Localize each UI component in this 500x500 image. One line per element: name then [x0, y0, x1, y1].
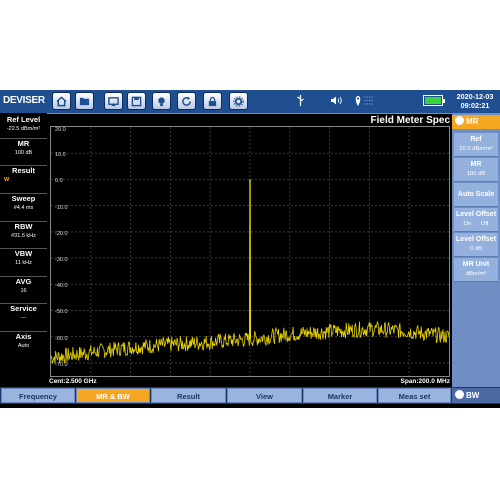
tab-frequency[interactable]: Frequency [1, 388, 75, 403]
param-value: 16 [20, 288, 27, 294]
softkey-header-label: MR [466, 117, 479, 126]
softkey-title: Level Offset [455, 236, 497, 243]
softkey-title: MR Unit [462, 261, 490, 268]
bottom-menu-bar: Frequency MR & BW Result View Marker Mea… [0, 387, 500, 404]
settings-icon[interactable] [229, 92, 248, 110]
time-text: 09:02:21 [460, 100, 490, 110]
y-tick-label: -70.0 [55, 361, 68, 368]
bulb-icon[interactable] [152, 92, 171, 110]
usb-icon [296, 94, 305, 108]
brand-logo: DEVISER [3, 95, 45, 106]
param-value: 11 kHz [15, 260, 32, 266]
param-rbw[interactable]: RBW #31.5 kHz [0, 221, 47, 241]
y-tick-label: -50.0 [55, 309, 68, 316]
spectrum-plot [51, 127, 449, 376]
y-tick-label: -40.0 [55, 283, 68, 290]
softkey-title: Auto Scale [457, 191, 495, 198]
y-tick-label: -10.0 [55, 204, 68, 211]
arrow-icon [455, 116, 464, 126]
plot-area[interactable]: 20.0 10.0 0.0 -10.0 -20.0 -30.0 -40.0 -50.0 -60.… [50, 126, 450, 377]
softkey-title: Ref [470, 136, 482, 143]
parameter-panel: Ref Level -22.5 dBm/m² MR 100 dB Result … [0, 113, 47, 387]
param-avg[interactable]: AVG 16 [0, 276, 47, 296]
chart-title: Field Meter Spec [370, 115, 450, 126]
bw-button[interactable]: BW [452, 388, 500, 403]
param-value: --- [20, 315, 27, 321]
param-label: Result [12, 166, 35, 175]
y-tick-label: 20.0 [55, 127, 66, 133]
center-frequency: Cent:2.500 GHz [49, 378, 97, 385]
softkey-level-offset-value[interactable]: Level Offset 0 dB [454, 233, 498, 257]
screen-icon[interactable] [104, 92, 123, 110]
refresh-icon[interactable] [177, 92, 196, 110]
analyzer-screen: DEVISER 2020-12-03 09:02:21 Ref Level -2… [0, 90, 500, 408]
y-tick-label: 0.0 [55, 178, 63, 185]
softkey-value: 100 dB [466, 171, 486, 177]
folder-icon[interactable] [75, 92, 94, 110]
tab-result[interactable]: Result [151, 388, 226, 403]
softkey-header[interactable]: MR [452, 115, 500, 129]
softkey-value: 20.0 dBm/m² [459, 146, 493, 152]
gps-icon [354, 94, 376, 108]
param-result[interactable]: Result W [0, 165, 47, 185]
param-label: Axis [15, 332, 32, 341]
softkey-panel: MR Ref 20.0 dBm/m² MR 100 dB Auto Scale … [452, 113, 500, 387]
param-axis[interactable]: Axis Auto [0, 331, 47, 351]
y-tick-label: -60.0 [55, 335, 68, 342]
param-ref-level[interactable]: Ref Level -22.5 dBm/m² [0, 115, 47, 134]
softkey-mr-unit[interactable]: MR Unit dBm/m² [454, 258, 498, 282]
tab-view[interactable]: View [227, 388, 302, 403]
tab-meas-set[interactable]: Meas set [378, 388, 451, 403]
softkey-value: 0 dB [470, 246, 482, 252]
span-frequency: Span:200.0 MHz [400, 378, 451, 385]
arrow-icon [455, 390, 464, 400]
lock-icon[interactable] [203, 92, 222, 110]
param-vbw[interactable]: VBW 11 kHz [0, 248, 47, 268]
spectrum-chart: Field Meter Spec 20.0 10.0 0.0 -10.0 -20.0 -3… [47, 113, 452, 387]
softkey-ref[interactable]: Ref 20.0 dBm/m² [454, 133, 498, 157]
softkey-value: On Off [463, 221, 489, 227]
bw-button-label: BW [466, 391, 480, 400]
param-label: RBW [14, 222, 33, 231]
param-label: VBW [14, 249, 33, 258]
battery-icon [423, 95, 445, 106]
softkey-value: dBm/m² [465, 271, 487, 277]
softkey-title: MR [470, 161, 482, 168]
param-value: #4.4 ms [13, 205, 34, 211]
softkey-level-offset-toggle[interactable]: Level Offset On Off [454, 208, 498, 232]
param-service[interactable]: Service --- [0, 303, 47, 323]
param-value: #31.5 kHz [11, 233, 36, 239]
param-label: Ref Level [6, 115, 41, 124]
y-tick-label: -30.0 [55, 257, 68, 264]
tab-marker[interactable]: Marker [303, 388, 377, 403]
param-value: Auto [17, 343, 30, 349]
save-icon[interactable] [127, 92, 146, 110]
param-value: -22.5 dBm/m² [6, 126, 41, 132]
softkey-title: Level Offset [455, 211, 497, 218]
param-mr[interactable]: MR 100 dB [0, 138, 47, 158]
param-label: Service [10, 304, 37, 313]
datetime-display: 2020-12-03 09:02:21 [452, 92, 498, 110]
param-value: W [4, 177, 10, 183]
softkey-auto-scale[interactable]: Auto Scale [454, 183, 498, 207]
param-label: MR [17, 139, 30, 148]
y-tick-label: 10.0 [55, 152, 66, 159]
top-toolbar: DEVISER 2020-12-03 09:02:21 [0, 90, 500, 114]
volume-icon [330, 94, 343, 108]
param-sweep[interactable]: Sweep #4.4 ms [0, 193, 47, 213]
param-value: 100 dB [14, 150, 33, 156]
y-tick-label: -20.0 [55, 230, 68, 237]
home-icon[interactable] [52, 92, 71, 110]
param-label: Sweep [11, 194, 36, 203]
param-label: AVG [15, 277, 32, 286]
tab-mr-bw[interactable]: MR & BW [76, 388, 150, 403]
softkey-mr[interactable]: MR 100 dB [454, 158, 498, 182]
